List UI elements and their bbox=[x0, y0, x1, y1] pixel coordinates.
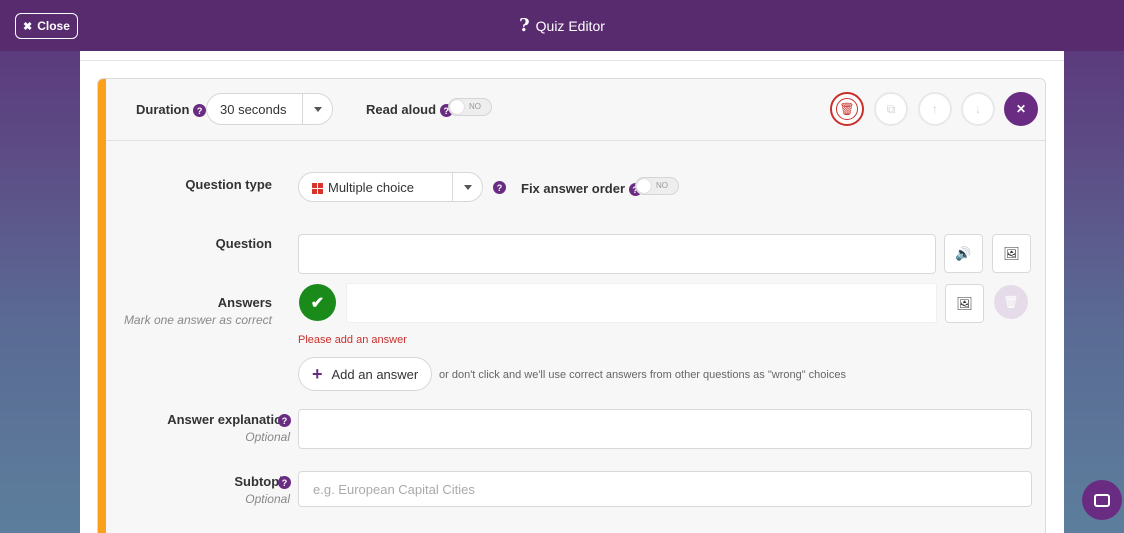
card-settings-bar: Duration ? 30 seconds Read aloud ? NO 🗑 bbox=[106, 79, 1045, 141]
close-button[interactable]: ✖ Close bbox=[15, 13, 78, 39]
image-icon: 🖼 bbox=[1003, 245, 1020, 261]
arrow-down-icon: ↓ bbox=[975, 102, 981, 116]
duration-dropdown-toggle[interactable] bbox=[302, 94, 332, 124]
chevron-down-icon bbox=[313, 106, 322, 112]
move-up-button[interactable]: ↑ bbox=[918, 92, 952, 126]
duration-value: 30 seconds bbox=[220, 101, 287, 117]
question-type-select[interactable]: Multiple choice bbox=[298, 172, 483, 202]
checkmark-icon: ✔ bbox=[310, 294, 325, 312]
question-input[interactable] bbox=[298, 234, 936, 274]
answer-input[interactable] bbox=[346, 283, 937, 323]
delete-answer-button[interactable]: 🗑 bbox=[994, 285, 1028, 319]
add-answer-label: Add an answer bbox=[331, 366, 419, 382]
image-icon: 🖼 bbox=[956, 295, 973, 311]
add-answer-image-button[interactable]: 🖼 bbox=[945, 284, 984, 323]
help-icon[interactable]: ? bbox=[278, 476, 291, 489]
read-aloud-state: NO bbox=[469, 102, 481, 111]
chevron-down-icon bbox=[463, 184, 472, 190]
divider bbox=[80, 60, 1064, 61]
editor-sheet: Duration ? 30 seconds Read aloud ? NO 🗑 bbox=[80, 51, 1064, 533]
trash-icon: 🗑 bbox=[836, 98, 858, 120]
multiple-choice-icon bbox=[312, 182, 323, 194]
help-icon[interactable]: ? bbox=[193, 104, 207, 118]
read-aloud-toggle[interactable]: NO bbox=[448, 98, 492, 116]
duplicate-question-button[interactable]: ⧉ bbox=[874, 92, 908, 126]
answer-error-message: Please add an answer bbox=[298, 334, 407, 346]
add-answer-button[interactable]: + Add an answer bbox=[298, 357, 433, 391]
close-button-label: Close bbox=[37, 19, 70, 33]
fix-answer-order-state: NO bbox=[656, 181, 668, 190]
question-type-label: Question type bbox=[185, 177, 272, 192]
answers-label-group: Answers Mark one answer as correct bbox=[124, 295, 272, 327]
help-icon[interactable]: ? bbox=[278, 414, 291, 427]
toggle-knob bbox=[637, 179, 651, 193]
close-icon: ✕ bbox=[1015, 102, 1027, 116]
mark-correct-button[interactable]: ✔ bbox=[299, 284, 336, 321]
fix-answer-order-toggle[interactable]: NO bbox=[635, 177, 679, 195]
duration-label: Duration ? bbox=[136, 102, 207, 118]
move-down-button[interactable]: ↓ bbox=[961, 92, 995, 126]
collapse-question-button[interactable]: ✕ bbox=[1004, 92, 1038, 126]
top-bar: ✖ Close ? Quiz Editor bbox=[0, 0, 1124, 51]
subtopic-hint: Optional bbox=[245, 492, 290, 506]
question-label: Question bbox=[215, 236, 272, 251]
explanation-hint: Optional bbox=[245, 430, 290, 444]
copy-icon: ⧉ bbox=[886, 101, 896, 116]
explanation-label: Answer explanation bbox=[167, 412, 290, 427]
explanation-label-group: Answer explanation Optional bbox=[167, 412, 290, 444]
add-question-image-button[interactable]: 🖼 bbox=[992, 234, 1031, 273]
fix-answer-order-label: Fix answer order ? bbox=[521, 181, 642, 197]
add-audio-button[interactable]: 🔊 bbox=[944, 234, 983, 273]
chat-support-button[interactable] bbox=[1082, 480, 1122, 520]
question-mark-icon: ? bbox=[519, 15, 530, 36]
toggle-knob bbox=[450, 100, 464, 114]
question-type-value: Multiple choice bbox=[312, 180, 414, 195]
add-answer-note: or don't click and we'll use correct ans… bbox=[439, 369, 846, 381]
page-title-text: Quiz Editor bbox=[535, 17, 605, 34]
close-icon: ✖ bbox=[23, 20, 33, 33]
duration-select[interactable]: 30 seconds bbox=[206, 93, 333, 125]
trash-icon: 🗑 bbox=[1003, 295, 1019, 309]
speaker-icon: 🔊 bbox=[955, 245, 972, 261]
chat-icon bbox=[1094, 493, 1110, 507]
answers-label: Answers bbox=[217, 295, 272, 310]
delete-question-button[interactable]: 🗑 bbox=[830, 92, 864, 126]
explanation-input[interactable] bbox=[298, 409, 1032, 449]
question-type-dropdown-toggle[interactable] bbox=[452, 173, 482, 201]
question-card: Duration ? 30 seconds Read aloud ? NO 🗑 bbox=[97, 78, 1046, 533]
card-accent-bar bbox=[98, 79, 106, 533]
subtopic-placeholder: e.g. European Capital Cities bbox=[313, 482, 475, 497]
page-title: ? Quiz Editor bbox=[519, 15, 605, 36]
read-aloud-label: Read aloud ? bbox=[366, 102, 453, 118]
help-icon[interactable]: ? bbox=[493, 181, 506, 194]
answers-hint: Mark one answer as correct bbox=[123, 313, 272, 327]
plus-icon: + bbox=[312, 363, 323, 384]
arrow-up-icon: ↑ bbox=[932, 102, 938, 116]
subtopic-input[interactable]: e.g. European Capital Cities bbox=[298, 471, 1032, 507]
